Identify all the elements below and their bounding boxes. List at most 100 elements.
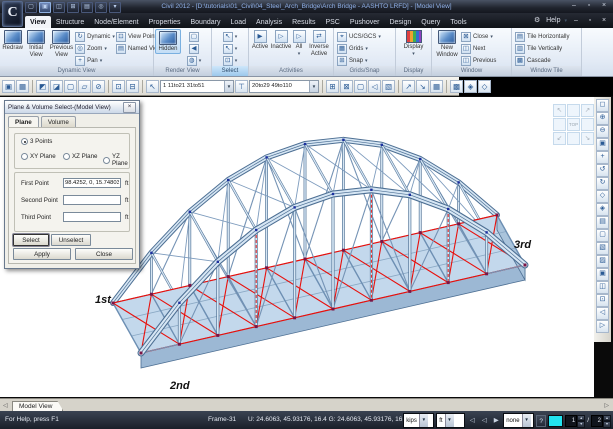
zoom-in-icon[interactable]: ⊕ [596, 112, 609, 125]
settings-gear-icon[interactable] [532, 16, 542, 24]
select-window-button[interactable]: ⊡ [223, 55, 238, 66]
view-total-spinner[interactable]: 2 ▲▼ [591, 415, 611, 427]
menu-tab-tools[interactable]: Tools [445, 16, 471, 28]
perspective-icon[interactable]: ◈ [596, 203, 609, 216]
active-button[interactable]: ▶ Active [250, 29, 270, 51]
deactivate-icon[interactable]: ▦ [16, 80, 29, 93]
ucs-gcs-button[interactable]: ⌖UCS/GCS [337, 31, 381, 42]
grids-button[interactable]: ▦Grids [337, 43, 381, 54]
inactive-button[interactable]: ▷ Inactive [270, 29, 292, 51]
radio-xz-plane[interactable]: XZ Plane [63, 153, 97, 160]
tab-volume[interactable]: Volume [41, 116, 76, 127]
node-number-icon[interactable]: ↗ [402, 80, 415, 93]
menu-tab-pushover[interactable]: Pushover [345, 16, 385, 28]
minimize-icon[interactable] [569, 2, 579, 10]
color-swatch[interactable] [548, 415, 563, 427]
node-range-combo[interactable]: 1 11to21 31to51▼ [160, 80, 234, 93]
menu-tab-query[interactable]: Query [416, 16, 445, 28]
view-top-button[interactable]: TOP [567, 118, 580, 131]
menu-tab-node-element[interactable]: Node/Element [89, 16, 143, 28]
lock-result-icon[interactable]: ◇ [478, 80, 491, 93]
pan-icon[interactable]: + [596, 151, 609, 164]
menu-tab-results[interactable]: Results [287, 16, 320, 28]
wireframe-icon[interactable]: ▢ [354, 80, 367, 93]
menu-tab-structure[interactable]: Structure [51, 16, 89, 28]
apply-button[interactable]: Apply [13, 248, 71, 260]
new-window-button[interactable]: New Window [433, 29, 461, 58]
select-single-icon[interactable]: ↖ [146, 80, 159, 93]
menu-tab-analysis[interactable]: Analysis [251, 16, 287, 28]
tab-plane[interactable]: Plane [8, 116, 39, 127]
pan-button[interactable]: +Pan [75, 55, 116, 66]
stage-select[interactable]: none▼ [503, 413, 534, 428]
radio-3-points[interactable]: 3 Points [21, 138, 52, 145]
tab-scroll-left-icon[interactable]: ◁ [3, 402, 8, 409]
restore-icon[interactable] [584, 2, 594, 10]
previous-view-icon[interactable]: ◁ [596, 307, 609, 320]
radio-yz-plane[interactable]: YZ Plane [103, 153, 129, 167]
unselect-window-icon[interactable]: ⊟ [126, 80, 139, 93]
print-preview-icon[interactable]: ◎ [95, 2, 107, 13]
radio-xy-icon[interactable] [21, 153, 28, 160]
named-view-button[interactable]: ▤Named View [116, 43, 152, 54]
element-filter-icon[interactable]: ⊤ [235, 80, 248, 93]
render-shading-button[interactable]: ◀ [189, 43, 199, 54]
zoom-window-icon[interactable]: ◻ [596, 99, 609, 112]
shading-mode-icon[interactable]: ▨ [596, 255, 609, 268]
select-previous-icon[interactable]: ◪ [50, 80, 63, 93]
select-intersect-icon[interactable]: ⊘ [92, 80, 105, 93]
element-range-combo[interactable]: 20to29 49to110▼ [249, 80, 319, 93]
rotate-left-icon[interactable]: ↺ [596, 164, 609, 177]
rotate-up-right-icon[interactable]: ↗ [581, 104, 594, 117]
menu-tab-boundary[interactable]: Boundary [186, 16, 226, 28]
wireframe-mode-icon[interactable]: ▢ [596, 229, 609, 242]
print-icon[interactable]: ▤ [81, 2, 93, 13]
tab-scroll-right-icon[interactable]: ▷ [604, 402, 609, 409]
context-help-button[interactable]: ? [536, 415, 546, 427]
view-angle-icon[interactable]: ◇ [596, 190, 609, 203]
render-options-button[interactable]: ◍ [187, 55, 202, 66]
initial-view-button[interactable]: Initial View [24, 29, 47, 58]
hidden-toggle-icon[interactable]: ▧ [382, 80, 395, 93]
render-mode-icon[interactable]: ▤ [596, 216, 609, 229]
view-left-edge[interactable] [553, 118, 566, 131]
hidden-mode-icon[interactable]: ▧ [596, 242, 609, 255]
view-number-spinner[interactable]: 1 ▲▼ [565, 415, 585, 427]
spin-down-icon[interactable]: ▼ [577, 421, 585, 428]
mdi-close-icon[interactable] [599, 17, 609, 24]
previous-view-button[interactable]: Previous View [48, 29, 75, 58]
split-window-icon[interactable]: ◫ [596, 281, 609, 294]
display-button[interactable]: Display [399, 29, 429, 57]
third-point-input[interactable] [63, 212, 121, 222]
unselect-single-button[interactable]: ↖ [223, 43, 238, 54]
all-activities-button[interactable]: ▷ All [292, 29, 306, 57]
second-point-input[interactable] [63, 195, 121, 205]
zoom-out-icon[interactable]: ⊖ [596, 125, 609, 138]
render-toggle-icon[interactable]: ⊠ [340, 80, 353, 93]
select-all-icon[interactable]: ◩ [36, 80, 49, 93]
select-identity-icon[interactable]: ⊡ [112, 80, 125, 93]
capture-icon[interactable]: ⊡ [596, 294, 609, 307]
snap-button[interactable]: ⊞Snap [337, 55, 381, 66]
tab-model-view[interactable]: Model View [12, 401, 63, 411]
inverse-active-button[interactable]: ⇄ Inverse Active [306, 29, 332, 57]
view-point-button[interactable]: ⊡View Point [116, 31, 152, 42]
stage-first-icon[interactable]: ◁ [467, 415, 477, 427]
redraw-button[interactable]: Redraw [1, 29, 24, 52]
view-top-edge[interactable] [567, 104, 580, 117]
radio-xz-icon[interactable] [63, 153, 70, 160]
mdi-minimize-icon[interactable] [571, 17, 581, 24]
help-caret-icon[interactable] [564, 17, 567, 24]
force-unit-select[interactable]: kips▼ [403, 413, 434, 428]
radio-xy-plane[interactable]: XY Plane [21, 153, 56, 160]
qat-customize-icon[interactable]: ▾ [109, 2, 121, 13]
menu-tab-psc[interactable]: PSC [320, 16, 344, 28]
new-window-icon[interactable]: ▣ [596, 268, 609, 281]
radio-yz-icon[interactable] [103, 157, 110, 164]
zoom-fit-icon[interactable]: ⊞ [326, 80, 339, 93]
close-button[interactable]: Close [75, 248, 133, 260]
import-icon[interactable]: ⊞ [67, 2, 79, 13]
open-project-icon[interactable]: ▣ [39, 2, 51, 13]
menu-tab-design[interactable]: Design [384, 16, 416, 28]
help-menu[interactable]: Help [546, 17, 560, 24]
